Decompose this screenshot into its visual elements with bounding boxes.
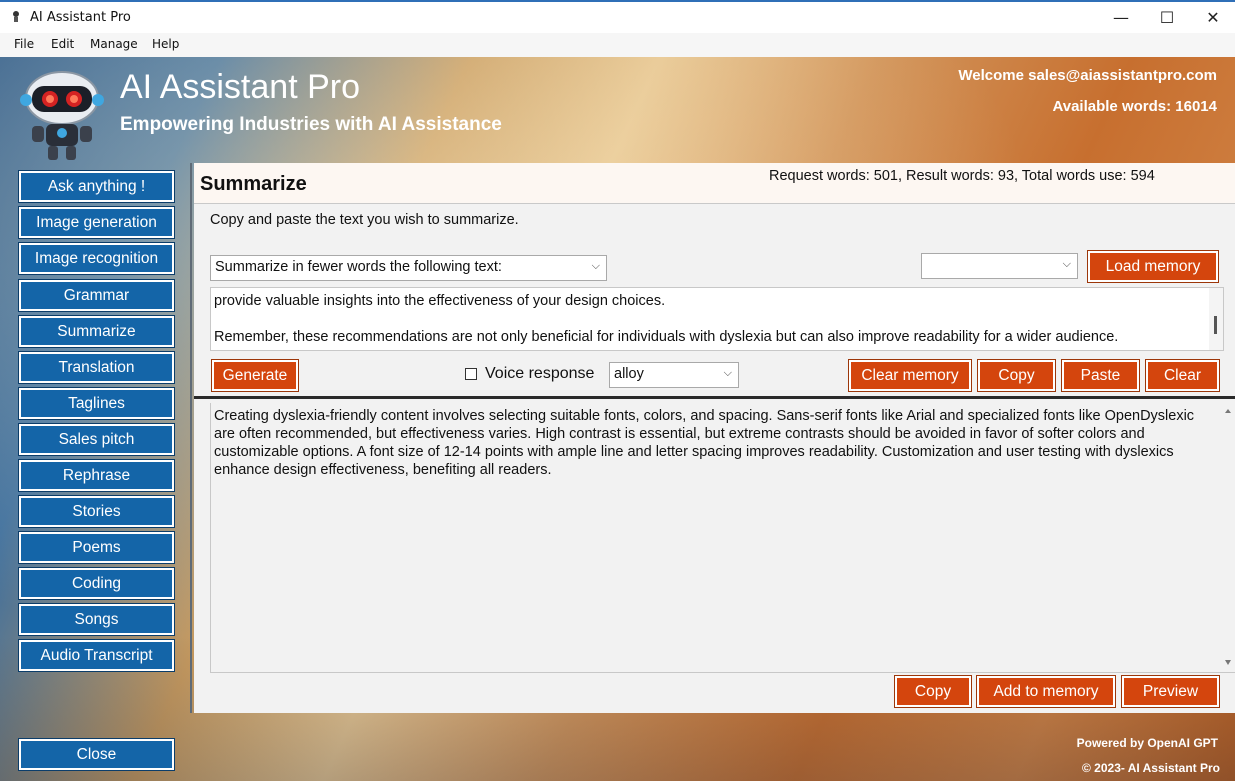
preview-button[interactable]: Preview bbox=[1121, 675, 1220, 708]
load-memory-button[interactable]: Load memory bbox=[1087, 250, 1219, 283]
app-icon bbox=[13, 11, 19, 22]
memory-select[interactable]: ⌵ bbox=[921, 253, 1078, 279]
powered-by: Powered by OpenAI GPT bbox=[1076, 736, 1218, 750]
nav-songs[interactable]: Songs bbox=[18, 603, 175, 636]
voice-response-label: Voice response bbox=[485, 365, 595, 382]
clear-memory-button[interactable]: Clear memory bbox=[848, 359, 972, 392]
available-words: Available words: 16014 bbox=[1052, 98, 1217, 115]
paste-button[interactable]: Paste bbox=[1061, 359, 1140, 392]
output-text: Creating dyslexia-friendly content invol… bbox=[214, 408, 1195, 478]
input-line-1: provide valuable insights into the effec… bbox=[214, 293, 666, 309]
sidebar-separator bbox=[190, 163, 192, 713]
input-scroll-thumb[interactable] bbox=[1214, 316, 1217, 334]
panel-title: Summarize bbox=[200, 173, 307, 195]
app-tagline: Empowering Industries with AI Assistance bbox=[120, 114, 502, 135]
panel-header: Summarize Request words: 501, Result wor… bbox=[194, 163, 1235, 204]
maximize-button[interactable]: ☐ bbox=[1144, 2, 1190, 33]
prompt-select[interactable]: Summarize in fewer words the following t… bbox=[210, 255, 607, 281]
voice-select-value: alloy bbox=[614, 366, 644, 382]
window-title: AI Assistant Pro bbox=[30, 10, 131, 25]
menu-help[interactable]: Help bbox=[152, 37, 179, 51]
copyright: © 2023- AI Assistant Pro bbox=[1082, 761, 1220, 775]
title-bar: AI Assistant Pro — ☐ ✕ bbox=[0, 0, 1235, 33]
instruction-text: Copy and paste the text you wish to summ… bbox=[210, 212, 519, 228]
generate-button[interactable]: Generate bbox=[211, 359, 299, 392]
welcome-text: Welcome sales@aiassistantpro.com bbox=[958, 67, 1217, 84]
menu-edit[interactable]: Edit bbox=[51, 37, 74, 51]
nav-audio-transcript[interactable]: Audio Transcript bbox=[18, 639, 175, 672]
copy-input-button[interactable]: Copy bbox=[977, 359, 1056, 392]
chevron-down-icon: ⌵ bbox=[591, 260, 600, 272]
nav-ask-anything[interactable]: Ask anything ! bbox=[18, 170, 175, 203]
nav-taglines[interactable]: Taglines bbox=[18, 387, 175, 420]
robot-logo-icon bbox=[20, 71, 104, 160]
nav-grammar[interactable]: Grammar bbox=[18, 279, 175, 312]
nav-sales-pitch[interactable]: Sales pitch bbox=[18, 423, 175, 456]
output-textarea[interactable]: Creating dyslexia-friendly content invol… bbox=[210, 403, 1235, 673]
add-to-memory-button[interactable]: Add to memory bbox=[976, 675, 1116, 708]
copy-output-button[interactable]: Copy bbox=[894, 675, 972, 708]
close-button[interactable]: Close bbox=[18, 738, 175, 771]
nav-coding[interactable]: Coding bbox=[18, 567, 175, 600]
summarize-panel: Summarize Request words: 501, Result wor… bbox=[194, 163, 1235, 713]
nav-translation[interactable]: Translation bbox=[18, 351, 175, 384]
chevron-down-icon: ⌵ bbox=[723, 367, 732, 379]
input-textarea[interactable]: provide valuable insights into the effec… bbox=[210, 287, 1224, 351]
menu-file[interactable]: File bbox=[14, 37, 34, 51]
minimize-button[interactable]: — bbox=[1098, 2, 1144, 33]
voice-select[interactable]: alloy ⌵ bbox=[609, 362, 739, 388]
menu-bar: File Edit Manage Help bbox=[0, 33, 1235, 57]
nav-stories[interactable]: Stories bbox=[18, 495, 175, 528]
nav-image-recognition[interactable]: Image recognition bbox=[18, 242, 175, 275]
menu-manage[interactable]: Manage bbox=[90, 37, 138, 51]
section-divider bbox=[194, 396, 1235, 399]
word-stats: Request words: 501, Result words: 93, To… bbox=[769, 168, 1155, 184]
input-scrollbar[interactable] bbox=[1209, 288, 1223, 350]
chevron-down-icon: ⌵ bbox=[1062, 258, 1071, 270]
prompt-select-value: Summarize in fewer words the following t… bbox=[215, 259, 502, 275]
app-title: AI Assistant Pro bbox=[120, 68, 360, 106]
nav-summarize[interactable]: Summarize bbox=[18, 315, 175, 348]
input-line-2: Remember, these recommendations are not … bbox=[214, 329, 1119, 345]
nav-poems[interactable]: Poems bbox=[18, 531, 175, 564]
nav-rephrase[interactable]: Rephrase bbox=[18, 459, 175, 492]
output-scrollbar[interactable] bbox=[1221, 403, 1235, 672]
nav-image-generation[interactable]: Image generation bbox=[18, 206, 175, 239]
close-window-button[interactable]: ✕ bbox=[1190, 2, 1235, 33]
clear-button[interactable]: Clear bbox=[1145, 359, 1220, 392]
voice-response-checkbox[interactable] bbox=[465, 368, 477, 380]
